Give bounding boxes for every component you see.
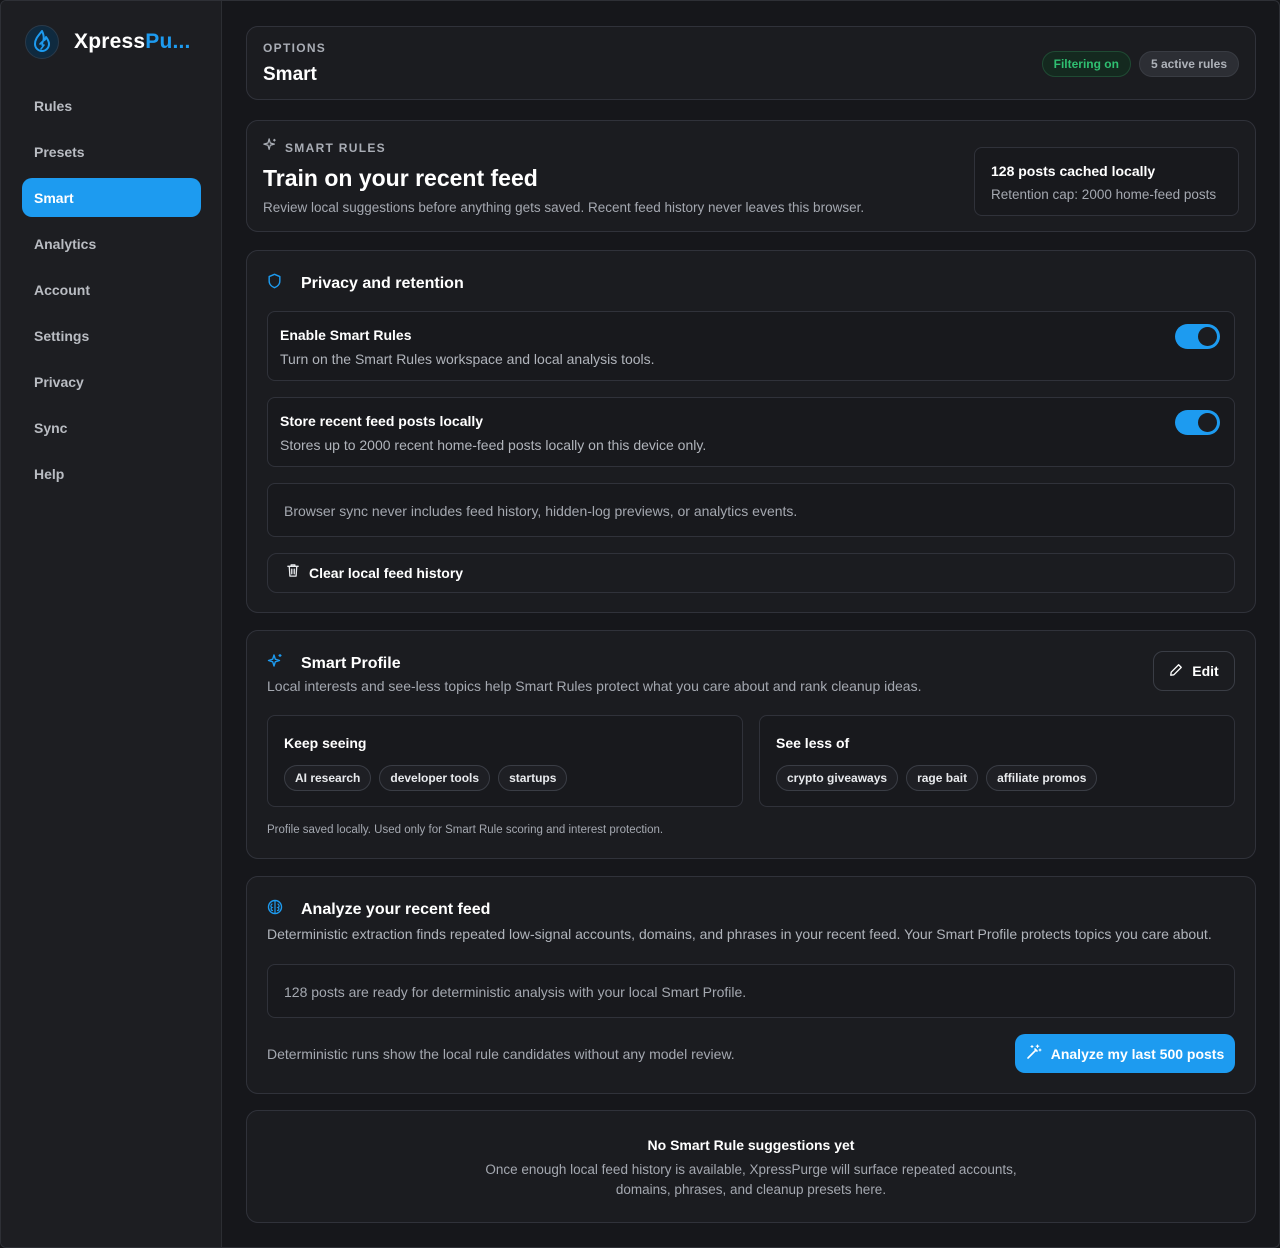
tag-chip: developer tools bbox=[379, 765, 491, 791]
header-badges: Filtering on 5 active rules bbox=[1041, 51, 1239, 77]
keep-seeing-tags: AI research developer tools startups bbox=[284, 765, 575, 791]
smart-profile-card: Smart Profile Local interests and see-le… bbox=[246, 630, 1256, 859]
page-header: OPTIONS Smart Filtering on 5 active rule… bbox=[246, 26, 1256, 100]
brand-name-accent: Pu... bbox=[145, 30, 191, 53]
analysis-readiness-text: 128 posts are ready for deterministic an… bbox=[284, 984, 747, 1000]
header-eyebrow: OPTIONS bbox=[263, 41, 327, 55]
see-less-panel: See less of crypto giveaways rage bait a… bbox=[759, 715, 1235, 807]
analyze-title-row: Analyze your recent feed bbox=[267, 899, 490, 920]
edit-profile-label: Edit bbox=[1192, 663, 1219, 679]
privacy-retention-card: Privacy and retention Enable Smart Rules… bbox=[246, 250, 1256, 613]
sidebar-item-sync[interactable]: Sync bbox=[22, 408, 201, 447]
app-window: XpressPu... Rules Presets Smart Analytic… bbox=[0, 0, 1280, 1248]
intro-title: Train on your recent feed bbox=[263, 165, 538, 191]
keep-seeing-panel: Keep seeing AI research developer tools … bbox=[267, 715, 743, 807]
filtering-status-badge: Filtering on bbox=[1041, 51, 1131, 77]
brand: XpressPu... bbox=[25, 25, 191, 59]
sync-privacy-note-text: Browser sync never includes feed history… bbox=[284, 503, 798, 519]
sidebar: XpressPu... Rules Presets Smart Analytic… bbox=[1, 1, 222, 1247]
profile-title-row: Smart Profile bbox=[267, 653, 401, 674]
tag-chip: AI research bbox=[284, 765, 372, 791]
brand-name-main: Xpress bbox=[74, 30, 146, 53]
sidebar-nav: Rules Presets Smart Analytics Account Se… bbox=[22, 86, 201, 500]
enable-smart-rules-row: Enable Smart Rules Turn on the Smart Rul… bbox=[267, 311, 1235, 381]
tag-chip: crypto giveaways bbox=[776, 765, 899, 791]
cache-summary: 128 posts cached locally Retention cap: … bbox=[974, 147, 1239, 216]
privacy-title: Privacy and retention bbox=[301, 274, 464, 292]
empty-state-line-1: Once enough local feed history is availa… bbox=[485, 1162, 1017, 1177]
keep-seeing-title: Keep seeing bbox=[284, 735, 367, 751]
sidebar-item-help[interactable]: Help bbox=[22, 454, 201, 493]
store-feed-posts-row: Store recent feed posts locally Stores u… bbox=[267, 397, 1235, 467]
edit-profile-button[interactable]: Edit bbox=[1153, 651, 1235, 691]
retention-cap: Retention cap: 2000 home-feed posts bbox=[991, 187, 1217, 202]
flame-logo-icon bbox=[25, 25, 59, 59]
toggle-knob bbox=[1198, 413, 1217, 432]
intro-eyebrow-row: SMART RULES bbox=[263, 138, 386, 157]
brain-icon bbox=[267, 899, 293, 920]
sidebar-item-analytics[interactable]: Analytics bbox=[22, 224, 201, 263]
sparkles-icon bbox=[263, 138, 277, 157]
enable-smart-rules-toggle[interactable] bbox=[1175, 324, 1220, 349]
analysis-readiness: 128 posts are ready for deterministic an… bbox=[267, 964, 1235, 1018]
profile-description: Local interests and see-less topics help… bbox=[267, 678, 922, 694]
pencil-icon bbox=[1169, 663, 1183, 680]
sidebar-item-settings[interactable]: Settings bbox=[22, 316, 201, 355]
tag-chip: startups bbox=[498, 765, 568, 791]
toggle-knob bbox=[1198, 327, 1217, 346]
clear-feed-history-button[interactable]: Clear local feed history bbox=[267, 553, 1235, 593]
enable-smart-rules-label: Enable Smart Rules bbox=[280, 327, 412, 343]
cache-count: 128 posts cached locally bbox=[991, 163, 1156, 179]
intro-eyebrow: SMART RULES bbox=[285, 140, 386, 155]
tag-chip: affiliate promos bbox=[986, 765, 1098, 791]
page-title: Smart bbox=[263, 64, 317, 85]
analyze-posts-button[interactable]: Analyze my last 500 posts bbox=[1015, 1034, 1235, 1073]
sync-privacy-note: Browser sync never includes feed history… bbox=[267, 483, 1235, 537]
analyze-footnote: Deterministic runs show the local rule c… bbox=[267, 1046, 735, 1062]
sidebar-item-account[interactable]: Account bbox=[22, 270, 201, 309]
empty-state-line-2: domains, phrases, and cleanup presets he… bbox=[615, 1182, 887, 1197]
privacy-title-row: Privacy and retention bbox=[267, 273, 464, 294]
sidebar-item-privacy[interactable]: Privacy bbox=[22, 362, 201, 401]
sidebar-item-presets[interactable]: Presets bbox=[22, 132, 201, 171]
analyze-feed-card: Analyze your recent feed Deterministic e… bbox=[246, 876, 1256, 1094]
store-feed-posts-label: Store recent feed posts locally bbox=[280, 413, 484, 429]
sidebar-item-smart[interactable]: Smart bbox=[22, 178, 201, 217]
smart-rules-intro: SMART RULES Train on your recent feed Re… bbox=[246, 120, 1256, 232]
brand-name: XpressPu... bbox=[74, 30, 191, 54]
clear-feed-history-label: Clear local feed history bbox=[309, 565, 464, 581]
suggestions-empty-state: No Smart Rule suggestions yet Once enoug… bbox=[246, 1110, 1256, 1223]
profile-footnote: Profile saved locally. Used only for Sma… bbox=[267, 824, 664, 836]
store-feed-posts-toggle[interactable] bbox=[1175, 410, 1220, 435]
analyze-title: Analyze your recent feed bbox=[301, 900, 491, 918]
sparkles-icon bbox=[267, 653, 293, 674]
empty-state-title: No Smart Rule suggestions yet bbox=[647, 1137, 855, 1153]
analyze-description: Deterministic extraction finds repeated … bbox=[267, 926, 1212, 942]
sidebar-item-rules[interactable]: Rules bbox=[22, 86, 201, 125]
tag-chip: rage bait bbox=[906, 765, 979, 791]
magic-wand-icon bbox=[1026, 1044, 1042, 1063]
profile-title: Smart Profile bbox=[301, 654, 401, 672]
store-feed-posts-description: Stores up to 2000 recent home-feed posts… bbox=[280, 437, 707, 453]
enable-smart-rules-description: Turn on the Smart Rules workspace and lo… bbox=[280, 351, 655, 367]
trash-icon bbox=[286, 563, 300, 583]
analyze-posts-label: Analyze my last 500 posts bbox=[1050, 1045, 1225, 1062]
shield-icon bbox=[267, 273, 292, 294]
see-less-tags: crypto giveaways rage bait affiliate pro… bbox=[776, 765, 1105, 791]
active-rules-badge: 5 active rules bbox=[1138, 51, 1239, 77]
intro-description: Review local suggestions before anything… bbox=[263, 200, 865, 215]
see-less-title: See less of bbox=[776, 735, 850, 751]
